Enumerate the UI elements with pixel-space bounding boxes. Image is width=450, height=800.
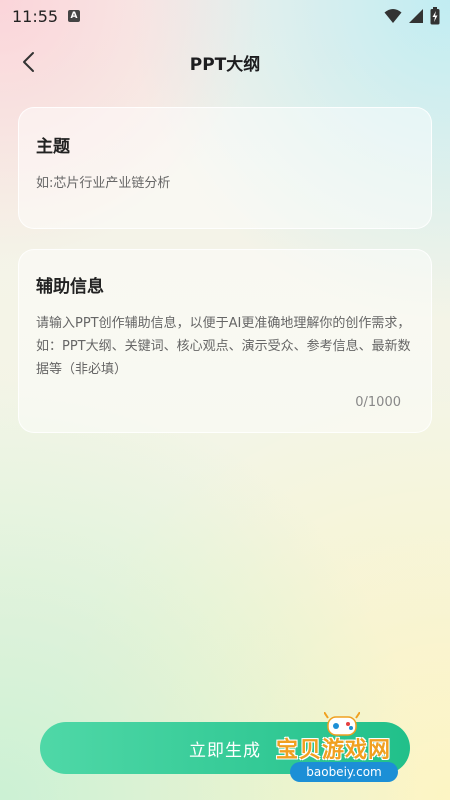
page-title: PPT大纲 [189,55,261,75]
status-time: 11:55 [12,7,59,26]
topic-input[interactable] [36,171,406,195]
info-textarea[interactable] [36,312,414,382]
watermark-url: baobeiy.com [290,762,398,782]
info-label: 辅助信息 [36,277,104,297]
wifi-icon [384,9,402,23]
status-icons [384,7,440,25]
notification-a-icon: A [68,10,80,22]
signal-icon [409,9,423,23]
topic-card: 主题 [18,107,432,229]
watermark-text: 宝贝游戏网 [276,738,392,763]
info-card: 辅助信息 0/1000 [18,249,432,433]
topic-label: 主题 [36,137,70,157]
battery-icon [430,7,440,25]
watermark: 宝贝游戏网 baobeiy.com [276,712,426,792]
status-bar: 11:55 A [0,0,450,36]
char-counter: 0/1000 [355,395,401,410]
